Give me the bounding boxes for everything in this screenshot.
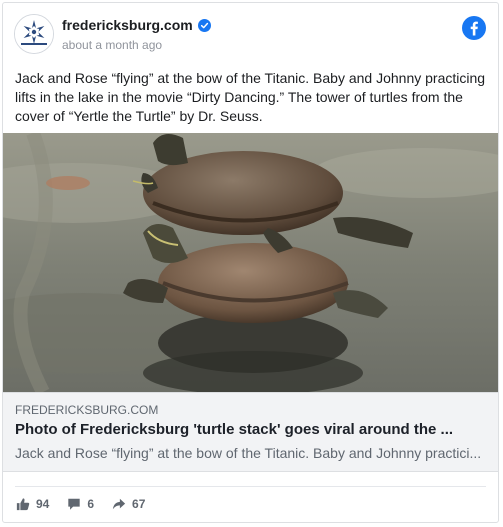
- comment-icon: [68, 498, 81, 510]
- like-count[interactable]: 94: [16, 497, 49, 511]
- comment-count[interactable]: 6: [67, 497, 94, 511]
- fredericksburg-logo-icon: [15, 15, 53, 53]
- link-description: Jack and Rose “flying” at the bow of the…: [15, 445, 482, 461]
- comment-count-value: 6: [87, 497, 95, 511]
- facebook-post-card: fredericksburg.com about a month ago Jac…: [2, 2, 499, 523]
- link-title[interactable]: Photo of Fredericksburg 'turtle stack' g…: [15, 421, 485, 438]
- link-preview[interactable]: FREDERICKSBURG.COM Photo of Fredericksbu…: [3, 392, 498, 472]
- share-arrow-icon: [112, 498, 126, 510]
- page-name-link[interactable]: fredericksburg.com: [62, 17, 211, 33]
- post-photo[interactable]: [3, 133, 498, 392]
- thumbs-up-icon: [16, 498, 30, 511]
- page-name[interactable]: fredericksburg.com: [62, 17, 193, 33]
- post-timestamp[interactable]: about a month ago: [62, 38, 162, 52]
- like-count-value: 94: [36, 497, 50, 511]
- link-domain: FREDERICKSBURG.COM: [15, 403, 159, 417]
- page-avatar[interactable]: [14, 14, 54, 54]
- share-count-value: 67: [132, 497, 146, 511]
- turtle-stack-photo: [3, 133, 498, 392]
- facebook-logo-icon[interactable]: [462, 16, 486, 40]
- post-header: fredericksburg.com about a month ago: [3, 3, 498, 63]
- stats-divider: [15, 486, 486, 487]
- share-count[interactable]: 67: [112, 497, 145, 511]
- verified-badge-icon: [197, 18, 211, 32]
- engagement-stats: 94 6 67: [16, 497, 163, 511]
- post-text: Jack and Rose “flying” at the bow of the…: [15, 70, 486, 124]
